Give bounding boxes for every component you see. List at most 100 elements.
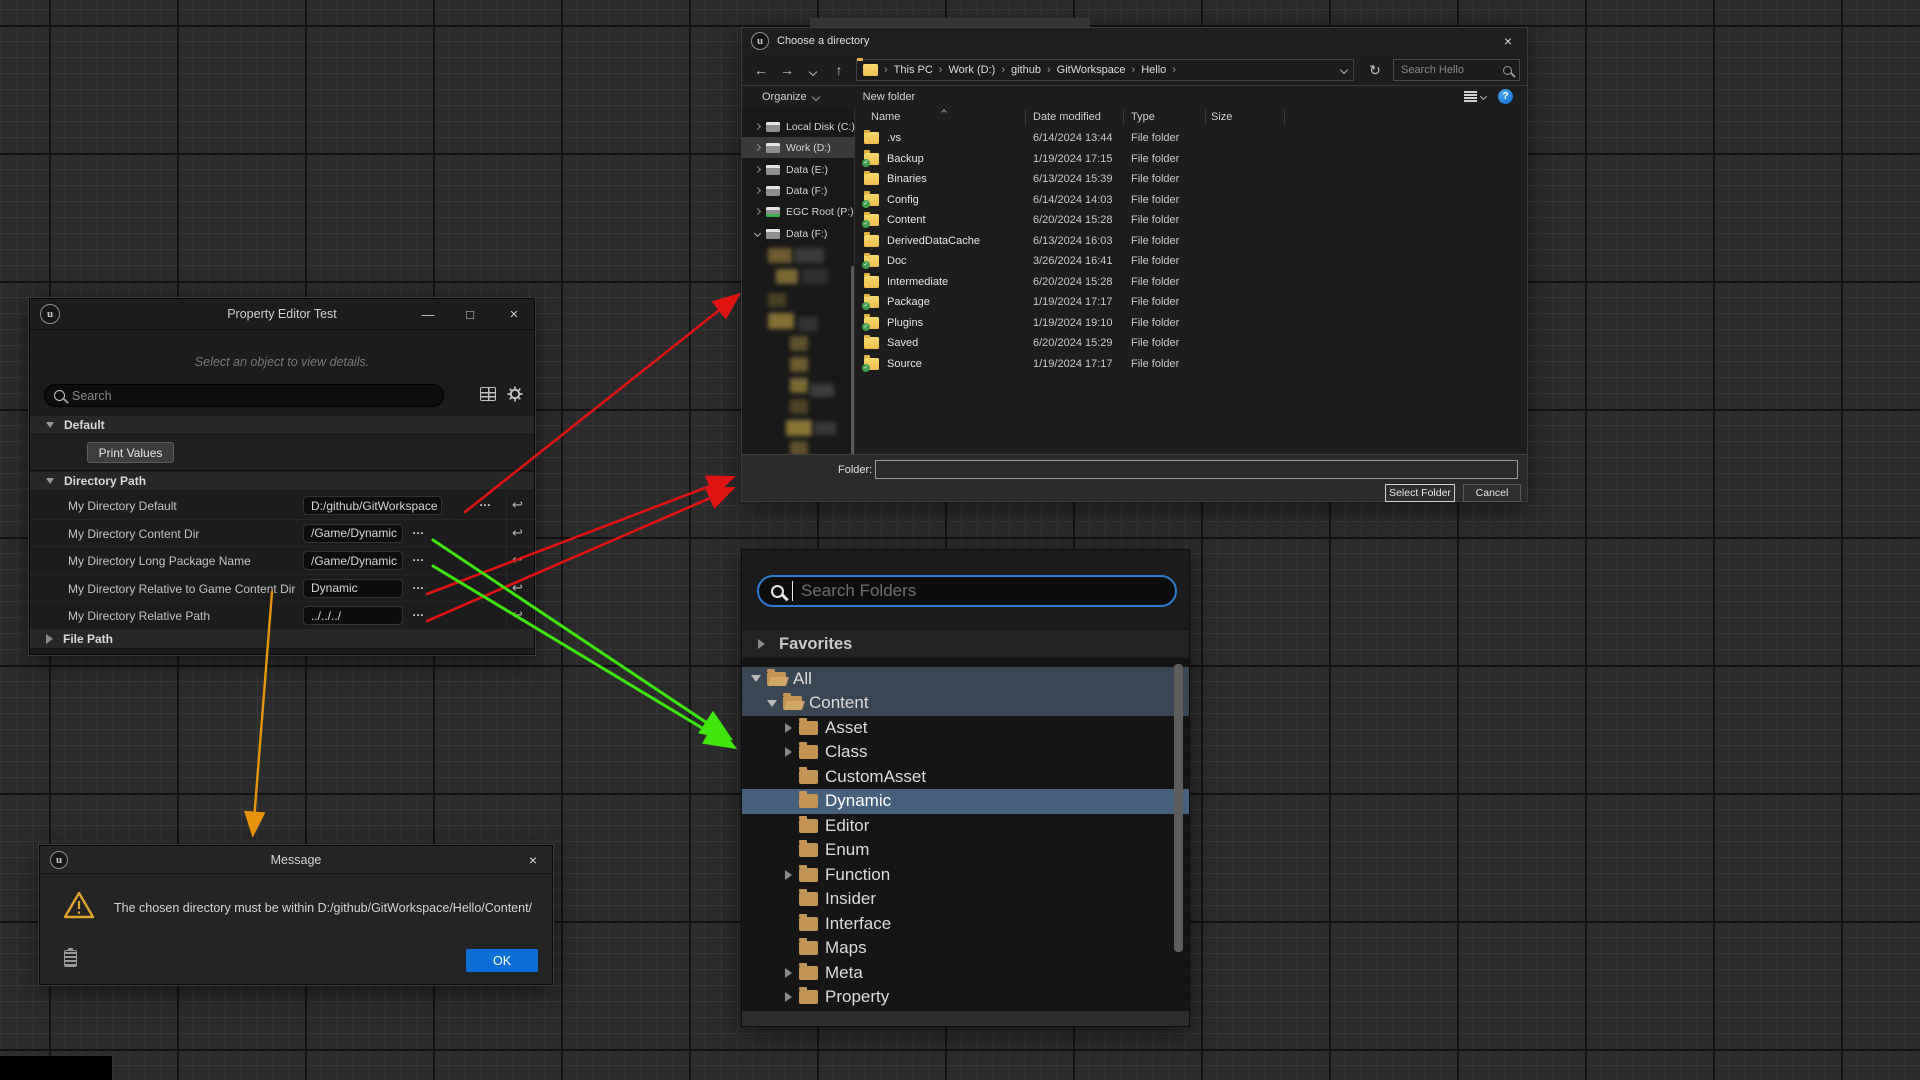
browse-more-button[interactable]: … (412, 550, 425, 564)
section-default[interactable]: Default (30, 416, 534, 435)
file-row[interactable]: Config6/14/2024 14:03File folder (856, 190, 1526, 211)
browse-more-button[interactable]: … (412, 605, 425, 619)
property-value-field[interactable]: ../../../ (303, 606, 403, 625)
file-row[interactable]: Intermediate6/20/2024 15:28File folder (856, 272, 1526, 293)
breadcrumb-work-d[interactable]: Work (D:) (948, 64, 995, 76)
close-icon[interactable]: × (494, 299, 534, 330)
tree-item-local-disk-c[interactable]: Local Disk (C:) (742, 116, 855, 137)
tree-row-insider[interactable]: Insider (742, 887, 1189, 912)
tree-scrollbar[interactable] (1174, 664, 1183, 952)
folder-icon (799, 770, 818, 784)
refresh-icon[interactable]: ↻ (1362, 59, 1388, 81)
file-row[interactable]: Plugins1/19/2024 19:10File folder (856, 313, 1526, 334)
property-value-field[interactable]: /Game/Dynamic (303, 551, 403, 570)
property-value-field[interactable]: Dynamic (303, 579, 403, 598)
file-row[interactable]: Saved6/20/2024 15:29File folder (856, 333, 1526, 354)
column-type[interactable]: Type (1131, 111, 1155, 123)
file-row[interactable]: Package1/19/2024 17:17File folder (856, 292, 1526, 313)
reset-to-default-icon[interactable]: ↩ (512, 497, 523, 513)
minimize-icon[interactable]: — (408, 299, 448, 330)
tree-item-data-e[interactable]: Data (E:) (742, 159, 855, 180)
organize-menu[interactable]: Organize (762, 91, 819, 103)
tree-row-dynamic[interactable]: Dynamic (742, 789, 1189, 814)
file-row[interactable]: Source1/19/2024 17:17File folder (856, 354, 1526, 375)
tree-row-function[interactable]: Function (742, 863, 1189, 888)
forward-icon[interactable]: → (774, 62, 800, 78)
back-icon[interactable]: ← (748, 62, 774, 78)
tree-row-enum[interactable]: Enum (742, 838, 1189, 863)
print-values-button[interactable]: Print Values (87, 442, 174, 463)
close-icon[interactable]: × (514, 846, 552, 874)
file-row[interactable]: .vs6/14/2024 13:44File folder (856, 128, 1526, 149)
address-dropdown-icon[interactable] (1341, 64, 1347, 76)
dialog-titlebar[interactable]: u Choose a directory (742, 28, 1527, 54)
breadcrumb-separator: › (1001, 64, 1005, 76)
tree-row-editor[interactable]: Editor (742, 814, 1189, 839)
file-row[interactable]: DerivedDataCache6/13/2024 16:03File fold… (856, 231, 1526, 252)
tree-row-customasset[interactable]: CustomAsset (742, 765, 1189, 790)
file-row[interactable]: Content6/20/2024 15:28File folder (856, 210, 1526, 231)
tree-scrollbar[interactable] (851, 266, 854, 478)
dialog-titlebar[interactable]: u Message (40, 846, 552, 874)
tree-row-meta[interactable]: Meta (742, 961, 1189, 986)
property-editor-window: u Property Editor Test — □ × Select an o… (29, 298, 535, 655)
column-size[interactable]: Size (1211, 111, 1232, 123)
tree-row-content[interactable]: Content (742, 691, 1189, 716)
settings-gear-icon[interactable] (506, 385, 524, 403)
property-value-field[interactable]: /Game/Dynamic (303, 524, 403, 543)
tree-item-data-f2[interactable]: Data (F:) (742, 223, 855, 244)
browse-more-button[interactable]: … (479, 495, 492, 509)
folder-name-input[interactable] (875, 460, 1518, 479)
breadcrumb-gitworkspace[interactable]: GitWorkspace (1057, 64, 1126, 76)
search-box[interactable] (44, 384, 444, 407)
view-mode-icon[interactable] (1464, 91, 1486, 102)
ok-button[interactable]: OK (466, 949, 538, 972)
display-options-icon[interactable] (480, 387, 496, 401)
reset-to-default-icon[interactable]: ↩ (512, 607, 523, 623)
file-row[interactable]: Binaries6/13/2024 15:39File folder (856, 169, 1526, 190)
column-date-modified[interactable]: Date modified (1033, 111, 1101, 123)
maximize-icon[interactable]: □ (450, 299, 490, 330)
breadcrumb-this-pc[interactable]: This PC (894, 64, 933, 76)
folders-search-box[interactable] (757, 575, 1177, 607)
section-file-path[interactable]: File Path (30, 630, 534, 649)
reset-to-default-icon[interactable]: ↩ (512, 580, 523, 596)
tree-item-egc-root-p[interactable]: EGC Root (P:) (742, 201, 855, 222)
tree-row-asset[interactable]: Asset (742, 716, 1189, 741)
browse-more-button[interactable]: … (412, 578, 425, 592)
tree-row-property[interactable]: Property (742, 985, 1189, 1010)
tree-row-maps[interactable]: Maps (742, 936, 1189, 961)
cancel-button[interactable]: Cancel (1463, 484, 1521, 502)
tree-item-data-f[interactable]: Data (F:) (742, 180, 855, 201)
breadcrumb-github[interactable]: github (1011, 64, 1041, 76)
close-icon[interactable]: × (1489, 28, 1527, 54)
history-chevron-icon[interactable] (800, 62, 826, 78)
tree-item-work-d[interactable]: Work (D:) (742, 137, 855, 158)
search-input[interactable] (1401, 64, 1503, 76)
reset-to-default-icon[interactable]: ↩ (512, 525, 523, 541)
file-row[interactable]: Backup1/19/2024 17:15File folder (856, 149, 1526, 170)
file-row[interactable]: Doc3/26/2024 16:41File folder (856, 251, 1526, 272)
browse-more-button[interactable]: … (412, 523, 425, 537)
tree-row-interface[interactable]: Interface (742, 912, 1189, 937)
select-folder-button[interactable]: Select Folder (1385, 484, 1455, 502)
up-icon[interactable]: ↑ (826, 62, 852, 78)
help-icon[interactable]: ? (1498, 89, 1513, 104)
property-value-field[interactable]: D:/github/GitWorkspace (303, 496, 442, 515)
section-directory-path[interactable]: Directory Path (30, 472, 534, 491)
favorites-section[interactable]: Favorites (742, 629, 1189, 659)
column-name[interactable]: Name (871, 111, 900, 123)
search-input[interactable] (72, 389, 434, 403)
folders-search-input[interactable] (801, 581, 1163, 601)
new-folder-button[interactable]: New folder (863, 91, 916, 103)
address-bar[interactable]: › This PC › Work (D:) › github › GitWork… (856, 59, 1354, 81)
open-folder-icon (767, 672, 786, 686)
folders-tree: All Content Asset Class CustomAsset Dyna… (742, 660, 1189, 1011)
reset-to-default-icon[interactable]: ↩ (512, 552, 523, 568)
tree-row-all[interactable]: All (742, 667, 1189, 692)
breadcrumb-hello[interactable]: Hello (1141, 64, 1166, 76)
expand-icon (46, 634, 53, 644)
copy-to-clipboard-icon[interactable] (64, 950, 77, 967)
search-box[interactable] (1393, 59, 1520, 81)
tree-row-class[interactable]: Class (742, 740, 1189, 765)
